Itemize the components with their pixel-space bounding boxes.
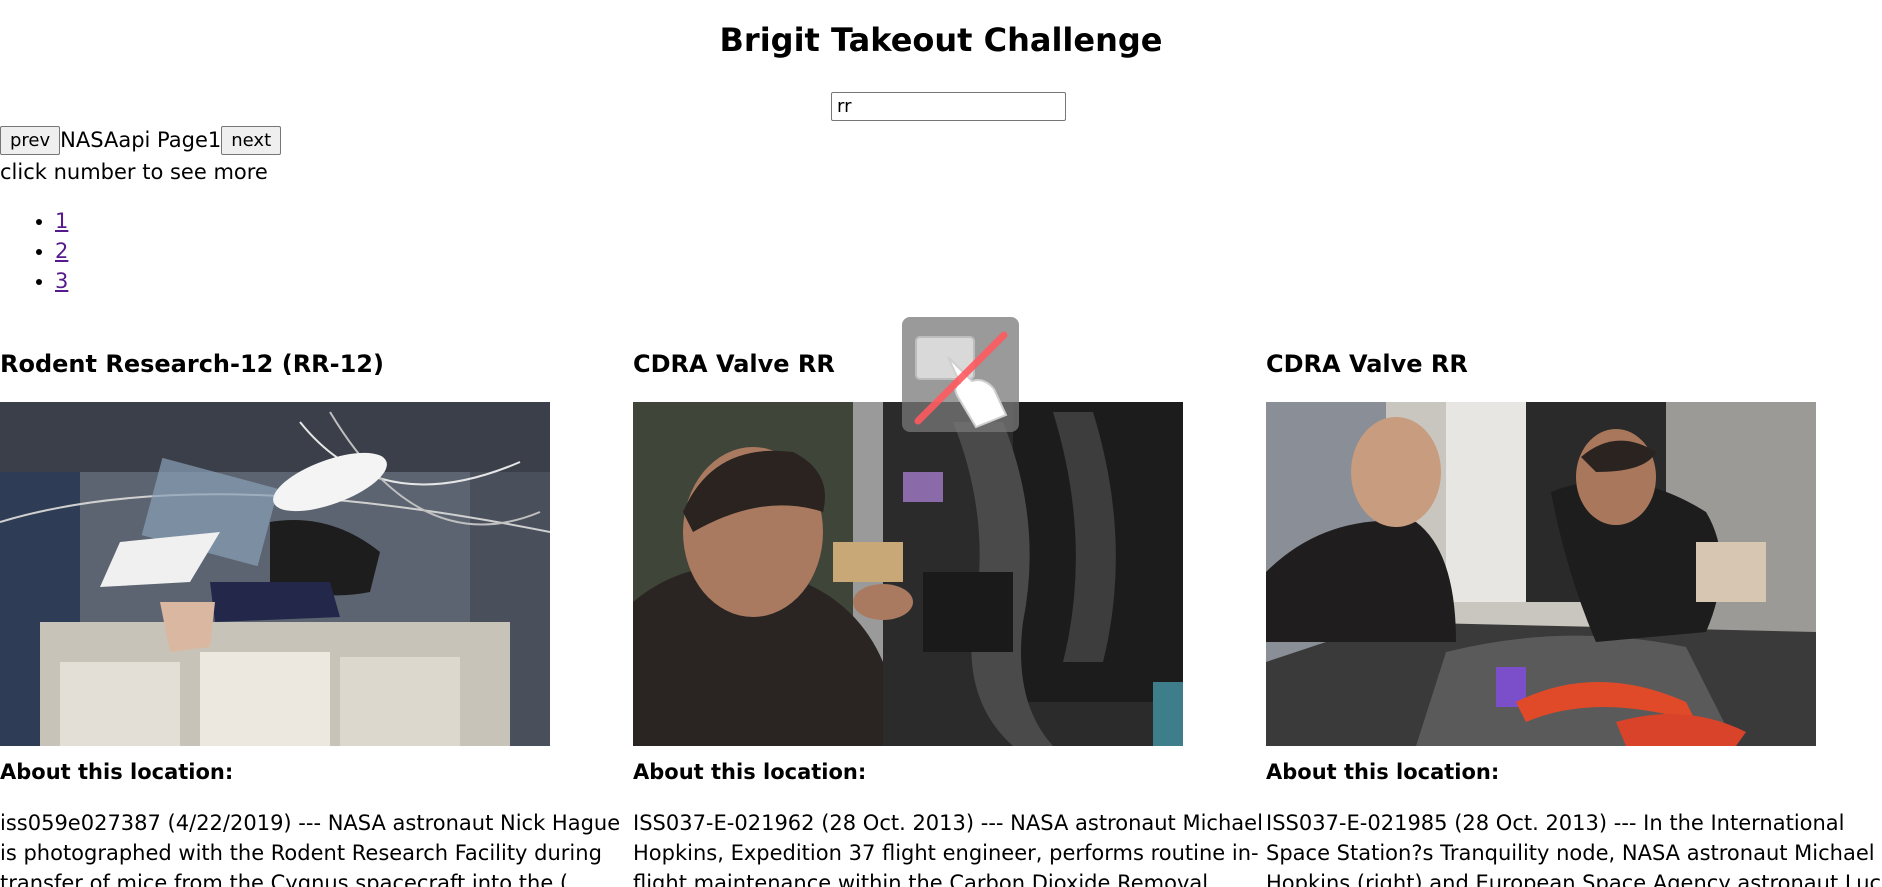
- about-label: About this location:: [0, 760, 234, 784]
- page-indicator: NASAapi Page1: [60, 128, 222, 152]
- page-link-1[interactable]: 1: [55, 209, 68, 233]
- touch-disabled-icon: [902, 317, 1019, 432]
- page-number-list: 1 2 3: [0, 206, 68, 296]
- card-description: iss059e027387 (4/22/2019) --- NASA astro…: [0, 811, 621, 887]
- card-title: Rodent Research-12 (RR-12): [0, 350, 384, 378]
- page-title: Brigit Takeout Challenge: [719, 21, 1163, 59]
- card-description: ISS037-E-021962 (28 Oct. 2013) --- NASA …: [633, 811, 1263, 887]
- pager: prev NASAapi Page1 next: [0, 125, 282, 155]
- about-label: About this location:: [633, 760, 867, 784]
- card-title: CDRA Valve RR: [1266, 350, 1468, 378]
- card-photo: [633, 402, 1183, 746]
- prev-button[interactable]: prev: [0, 125, 61, 155]
- search-input[interactable]: [831, 92, 1066, 121]
- photo-two-astronauts: [1266, 402, 1816, 746]
- page: Brigit Takeout Challenge prev NASAapi Pa…: [0, 0, 1882, 887]
- photo-station-interior: [0, 402, 550, 746]
- page-link-3[interactable]: 3: [55, 269, 68, 293]
- hint-text: click number to see more: [0, 160, 268, 184]
- page-link-2[interactable]: 2: [55, 239, 68, 263]
- card-photo: [1266, 402, 1816, 746]
- list-item: 3: [55, 266, 68, 296]
- card-photo: [0, 402, 550, 746]
- list-item: 2: [55, 236, 68, 266]
- about-label: About this location:: [1266, 760, 1500, 784]
- next-button[interactable]: next: [221, 125, 282, 155]
- result-card: Rodent Research-12 (RR-12) About this lo…: [0, 346, 630, 887]
- list-item: 1: [55, 206, 68, 236]
- card-description: ISS037-E-021985 (28 Oct. 2013) --- In th…: [1266, 811, 1882, 887]
- photo-astronaut-maintenance: [633, 402, 1183, 746]
- result-card: CDRA Valve RR About this location: ISS03…: [1266, 346, 1882, 887]
